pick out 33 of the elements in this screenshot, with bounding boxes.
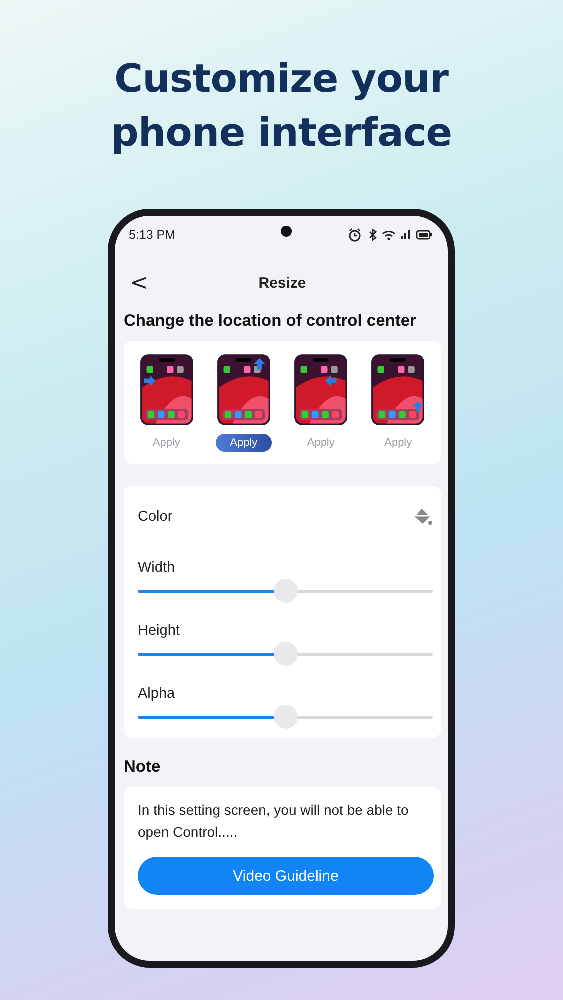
battery-icon bbox=[416, 230, 433, 240]
slider[interactable] bbox=[138, 642, 433, 666]
phone-preview-drawing[interactable] bbox=[294, 354, 348, 426]
apply-button[interactable]: Apply bbox=[138, 434, 194, 452]
screen-title: Resize bbox=[258, 274, 306, 292]
slider-thumb[interactable] bbox=[274, 642, 298, 666]
phone-preview-drawing[interactable] bbox=[140, 354, 194, 426]
slider-thumb[interactable] bbox=[274, 705, 298, 729]
status-time: 5:13 PM bbox=[129, 228, 176, 242]
alarm-icon bbox=[348, 228, 363, 242]
slider-thumb[interactable] bbox=[274, 579, 298, 603]
setting-label: Alpha bbox=[138, 685, 176, 703]
signal-icon bbox=[401, 230, 411, 240]
apply-button[interactable]: Apply bbox=[216, 434, 272, 452]
setting-label: Height bbox=[138, 622, 181, 640]
slider[interactable] bbox=[138, 705, 433, 729]
back-button[interactable]: < bbox=[126, 270, 152, 296]
apply-button[interactable]: Apply bbox=[293, 434, 349, 452]
slider[interactable] bbox=[138, 579, 433, 603]
note-text: In this setting screen, you will not be able to open Control..... bbox=[138, 801, 410, 842]
bluetooth-icon bbox=[368, 228, 377, 242]
setting-label: Color bbox=[138, 508, 173, 526]
apply-button[interactable]: Apply bbox=[370, 434, 426, 452]
headline: Customize your phone interface bbox=[110, 56, 454, 158]
phone-preview-drawing[interactable] bbox=[371, 354, 426, 426]
setting-label: Width bbox=[138, 559, 176, 577]
phone-preview-drawing[interactable] bbox=[216, 354, 271, 426]
paint-bucket-icon[interactable] bbox=[413, 508, 433, 526]
section-title: Change the location of control center bbox=[124, 312, 418, 331]
wifi-icon bbox=[382, 229, 396, 241]
section-title: Note bbox=[124, 758, 162, 777]
video-guideline-button[interactable]: Video Guideline bbox=[138, 857, 434, 895]
camera-icon bbox=[281, 226, 292, 237]
